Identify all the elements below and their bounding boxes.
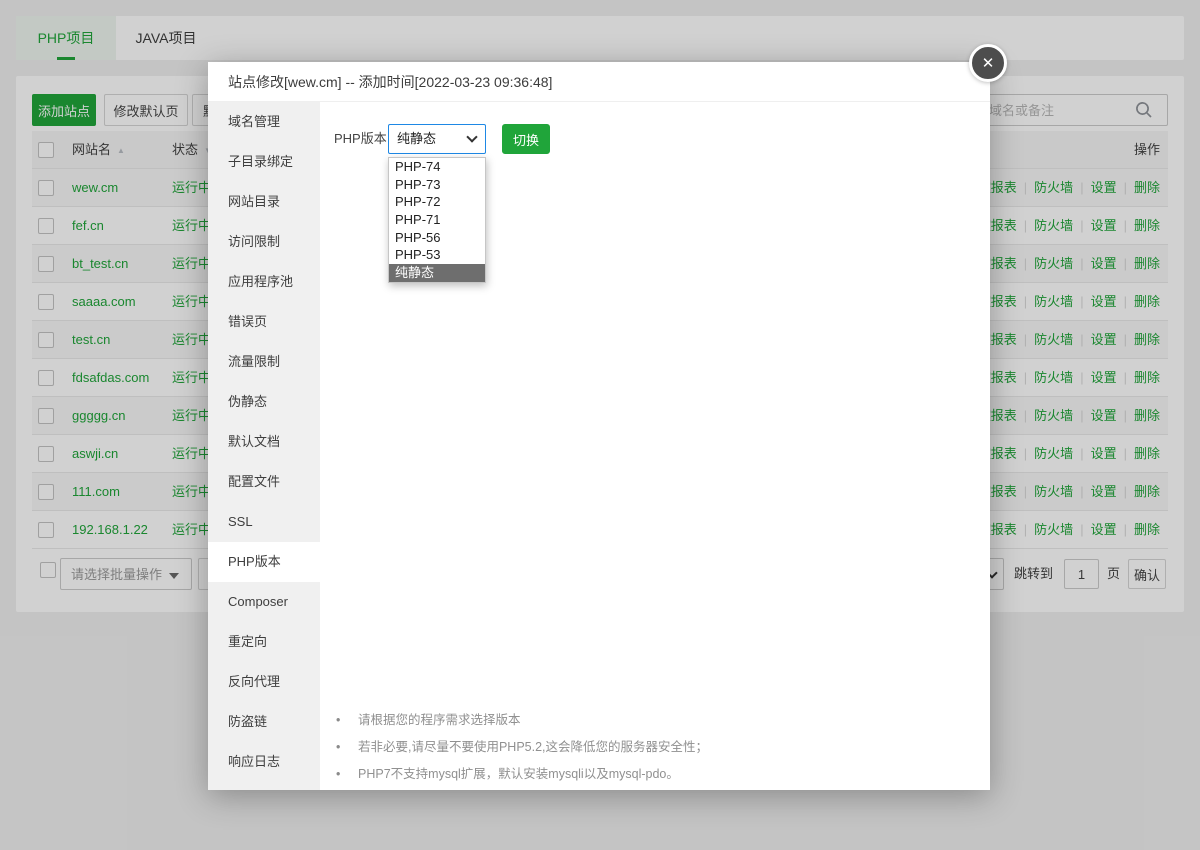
modal-header: 站点修改[wew.cm] -- 添加时间[2022-03-23 09:36:48… bbox=[208, 62, 990, 102]
dropdown-option[interactable]: PHP-73 bbox=[389, 176, 485, 194]
modal-menu-item-response-log[interactable]: 响应日志 bbox=[208, 742, 320, 782]
modal-menu-item-app-pool[interactable]: 应用程序池 bbox=[208, 262, 320, 302]
modal-menu-item-ssl[interactable]: SSL bbox=[208, 502, 320, 542]
php-version-select[interactable]: 纯静态 bbox=[388, 124, 486, 154]
bullet-icon: • bbox=[336, 761, 346, 788]
modal-menu-item-composer[interactable]: Composer bbox=[208, 582, 320, 622]
note-text: PHP7不支持mysql扩展，默认安装mysqli以及mysql-pdo。 bbox=[358, 761, 679, 788]
dropdown-option[interactable]: PHP-53 bbox=[389, 246, 485, 264]
php-version-dropdown: PHP-74 PHP-73 PHP-72 PHP-71 PHP-56 PHP-5… bbox=[388, 157, 486, 283]
modal-menu-item-error-page[interactable]: 错误页 bbox=[208, 302, 320, 342]
modal-title: 站点修改[wew.cm] -- 添加时间[2022-03-23 09:36:48… bbox=[228, 62, 552, 102]
php-version-selected-value: 纯静态 bbox=[397, 125, 436, 152]
close-icon: ✕ bbox=[982, 54, 995, 72]
modal-menu-item-php-version[interactable]: PHP版本 bbox=[208, 542, 320, 582]
modal-menu-item-domain[interactable]: 域名管理 bbox=[208, 102, 320, 142]
dropdown-option[interactable]: PHP-72 bbox=[389, 193, 485, 211]
note-text: 若非必要,请尽量不要使用PHP5.2,这会降低您的服务器安全性； bbox=[358, 734, 708, 761]
modal-menu-item-traffic-limit[interactable]: 流量限制 bbox=[208, 342, 320, 382]
modal-close-button[interactable]: ✕ bbox=[969, 44, 1007, 82]
dropdown-option[interactable]: PHP-74 bbox=[389, 158, 485, 176]
dropdown-option-selected[interactable]: 纯静态 bbox=[389, 264, 485, 282]
php-version-label: PHP版本 bbox=[334, 124, 387, 154]
bullet-icon: • bbox=[336, 734, 346, 761]
dropdown-option[interactable]: PHP-56 bbox=[389, 229, 485, 247]
page: PHP项目 JAVA项目 添加站点 修改默认页 默 网站名▲ 状态▼ 操作 we… bbox=[0, 0, 1200, 850]
modal-menu-item-rewrite[interactable]: 伪静态 bbox=[208, 382, 320, 422]
bullet-icon: • bbox=[336, 707, 346, 734]
modal-menu-item-access-limit[interactable]: 访问限制 bbox=[208, 222, 320, 262]
modal-sidebar: 域名管理 子目录绑定 网站目录 访问限制 应用程序池 错误页 流量限制 伪静态 … bbox=[208, 102, 320, 790]
modal-menu-item-config-file[interactable]: 配置文件 bbox=[208, 462, 320, 502]
chevron-down-icon bbox=[466, 131, 477, 142]
dropdown-option[interactable]: PHP-71 bbox=[389, 211, 485, 229]
modal-menu-item-subdir[interactable]: 子目录绑定 bbox=[208, 142, 320, 182]
php-version-notes: • 请根据您的程序需求选择版本 • 若非必要,请尽量不要使用PHP5.2,这会降低您… bbox=[336, 707, 708, 788]
note-text: 请根据您的程序需求选择版本 bbox=[358, 707, 521, 734]
site-edit-modal: 站点修改[wew.cm] -- 添加时间[2022-03-23 09:36:48… bbox=[208, 62, 990, 790]
modal-menu-item-site-dir[interactable]: 网站目录 bbox=[208, 182, 320, 222]
modal-menu-item-default-doc[interactable]: 默认文档 bbox=[208, 422, 320, 462]
modal-menu-item-redirect[interactable]: 重定向 bbox=[208, 622, 320, 662]
modal-menu-item-reverse-proxy[interactable]: 反向代理 bbox=[208, 662, 320, 702]
modal-menu-item-anti-leech[interactable]: 防盗链 bbox=[208, 702, 320, 742]
switch-button[interactable]: 切换 bbox=[502, 124, 550, 154]
